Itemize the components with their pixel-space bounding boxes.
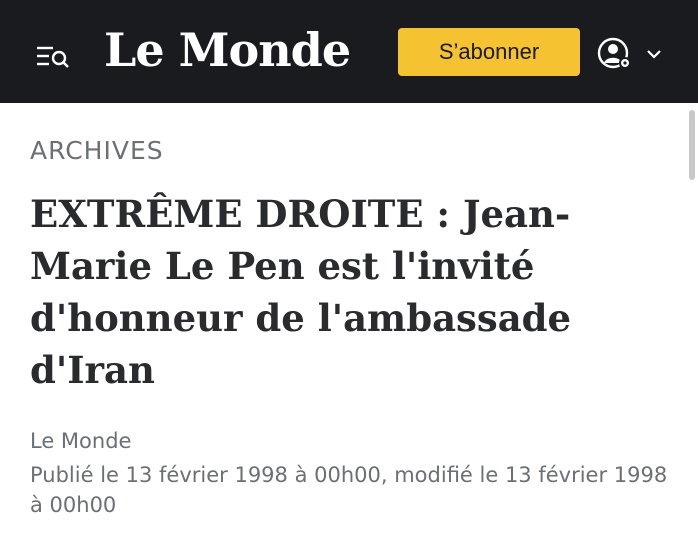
page-scrollbar[interactable] xyxy=(689,110,695,180)
le-monde-logo[interactable]: Le Monde xyxy=(104,18,351,82)
article-publication-dates: Publié le 13 février 1998 à 00h00, modif… xyxy=(30,463,668,517)
article-headline: EXTRÊME DROITE : Jean-Marie Le Pen est l… xyxy=(30,192,572,392)
menu-search-button[interactable] xyxy=(30,36,76,76)
article-author: Le Monde xyxy=(30,429,132,453)
subscribe-button[interactable]: S’abonner xyxy=(398,28,580,76)
account-settings-icon xyxy=(597,37,631,69)
chevron-down-icon xyxy=(647,50,661,59)
top-navigation-bar: Le Monde S’abonner xyxy=(0,0,698,103)
menu-search-icon xyxy=(37,46,69,68)
account-menu-button[interactable] xyxy=(596,34,670,74)
section-rubric[interactable]: ARCHIVES xyxy=(30,134,164,168)
